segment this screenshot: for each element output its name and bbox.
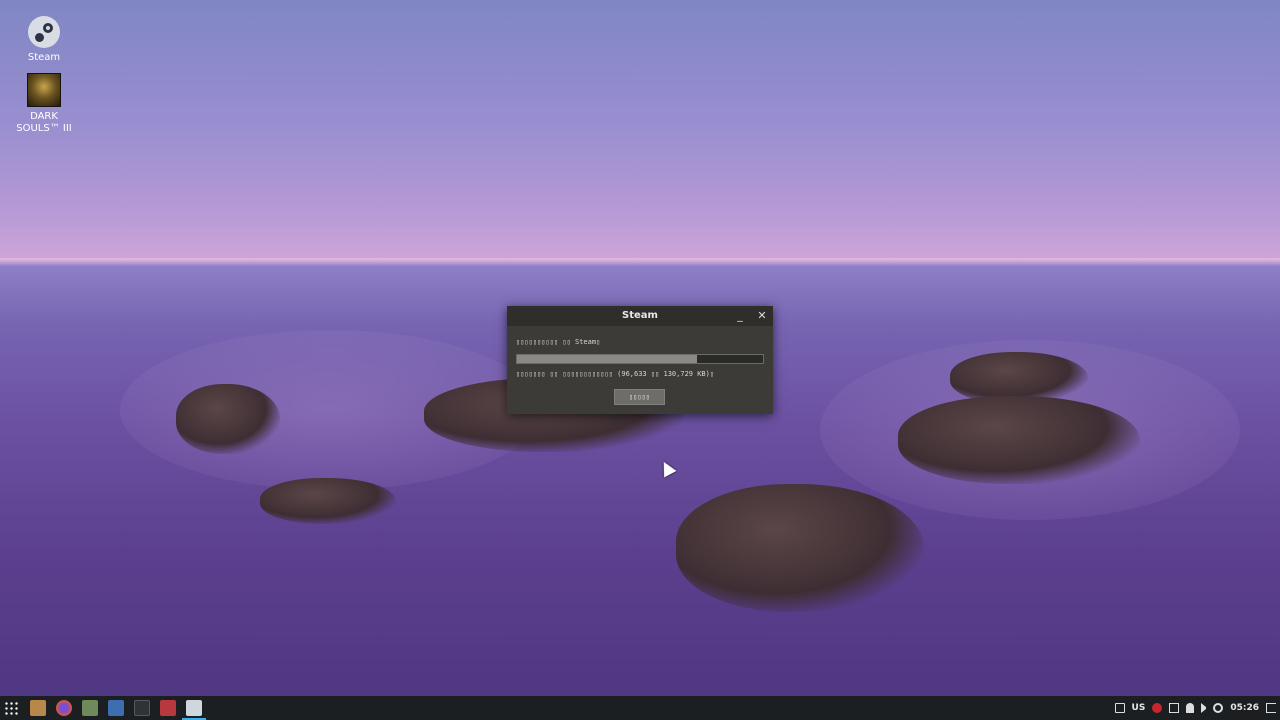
desktop-icon-label: Steam <box>27 52 61 63</box>
keyboard-layout[interactable]: US <box>1132 703 1146 713</box>
dialog-message: ▯▯▯▯▯▯▯▯▯▯ ▯▯ Steam▯ <box>516 338 601 346</box>
dialog-title: Steam <box>622 310 658 321</box>
wallpaper-rock <box>898 396 1140 484</box>
close-button[interactable]: ✕ <box>753 306 771 326</box>
power-icon[interactable] <box>1213 703 1224 713</box>
media-player-icon[interactable] <box>108 700 124 716</box>
wallpaper-rock <box>260 478 396 524</box>
terminal-icon[interactable] <box>134 700 150 716</box>
mouse-cursor-icon <box>657 458 677 478</box>
desktop-icon-steam[interactable]: Steam <box>8 16 80 64</box>
desktop-icon-dark-souls[interactable]: DARK SOULS™ III <box>8 73 80 135</box>
volume-icon[interactable] <box>1201 703 1207 713</box>
wallpaper-rock <box>176 384 280 454</box>
cancel-button[interactable]: ▯▯▯▯▯ <box>614 389 665 405</box>
bell-icon[interactable] <box>1186 703 1195 713</box>
launcher-icon[interactable] <box>4 701 18 715</box>
download-status: ▯▯▯▯▯▯▯ ▯▯ ▯▯▯▯▯▯▯▯▯▯▯▯ (96,633 ▯▯ 130,7… <box>516 370 715 378</box>
dialog-titlebar[interactable]: Steam _ ✕ <box>507 306 773 326</box>
taskbar: US 05:26 <box>0 696 1280 720</box>
keyboard-icon[interactable] <box>1114 703 1125 713</box>
clock[interactable]: 05:26 <box>1230 703 1259 713</box>
desktop-icon-label: SOULS™ III <box>16 123 72 134</box>
wallpaper-rock <box>676 484 924 612</box>
notifications-display-icon[interactable] <box>1169 703 1180 713</box>
dark-souls-icon <box>27 73 61 107</box>
desktop-icon-label: DARK <box>30 111 58 122</box>
download-progress-bar <box>516 354 764 364</box>
steam-window-icon[interactable] <box>186 700 202 716</box>
firefox-icon[interactable] <box>56 700 72 716</box>
logout-icon[interactable] <box>1266 703 1276 713</box>
steam-update-dialog: Steam _ ✕ ▯▯▯▯▯▯▯▯▯▯ ▯▯ Steam▯ ▯▯▯▯▯▯▯ ▯… <box>507 306 773 414</box>
recorder-icon[interactable] <box>160 700 176 716</box>
downloads-icon[interactable] <box>30 700 46 716</box>
steam-icon <box>28 16 60 48</box>
file-manager-icon[interactable] <box>82 700 98 716</box>
wallpaper-horizon <box>0 258 1280 266</box>
system-tray: US 05:26 <box>1114 696 1276 720</box>
record-icon[interactable] <box>1152 703 1163 713</box>
minimize-button[interactable]: _ <box>731 306 749 326</box>
progress-fill <box>517 355 697 363</box>
